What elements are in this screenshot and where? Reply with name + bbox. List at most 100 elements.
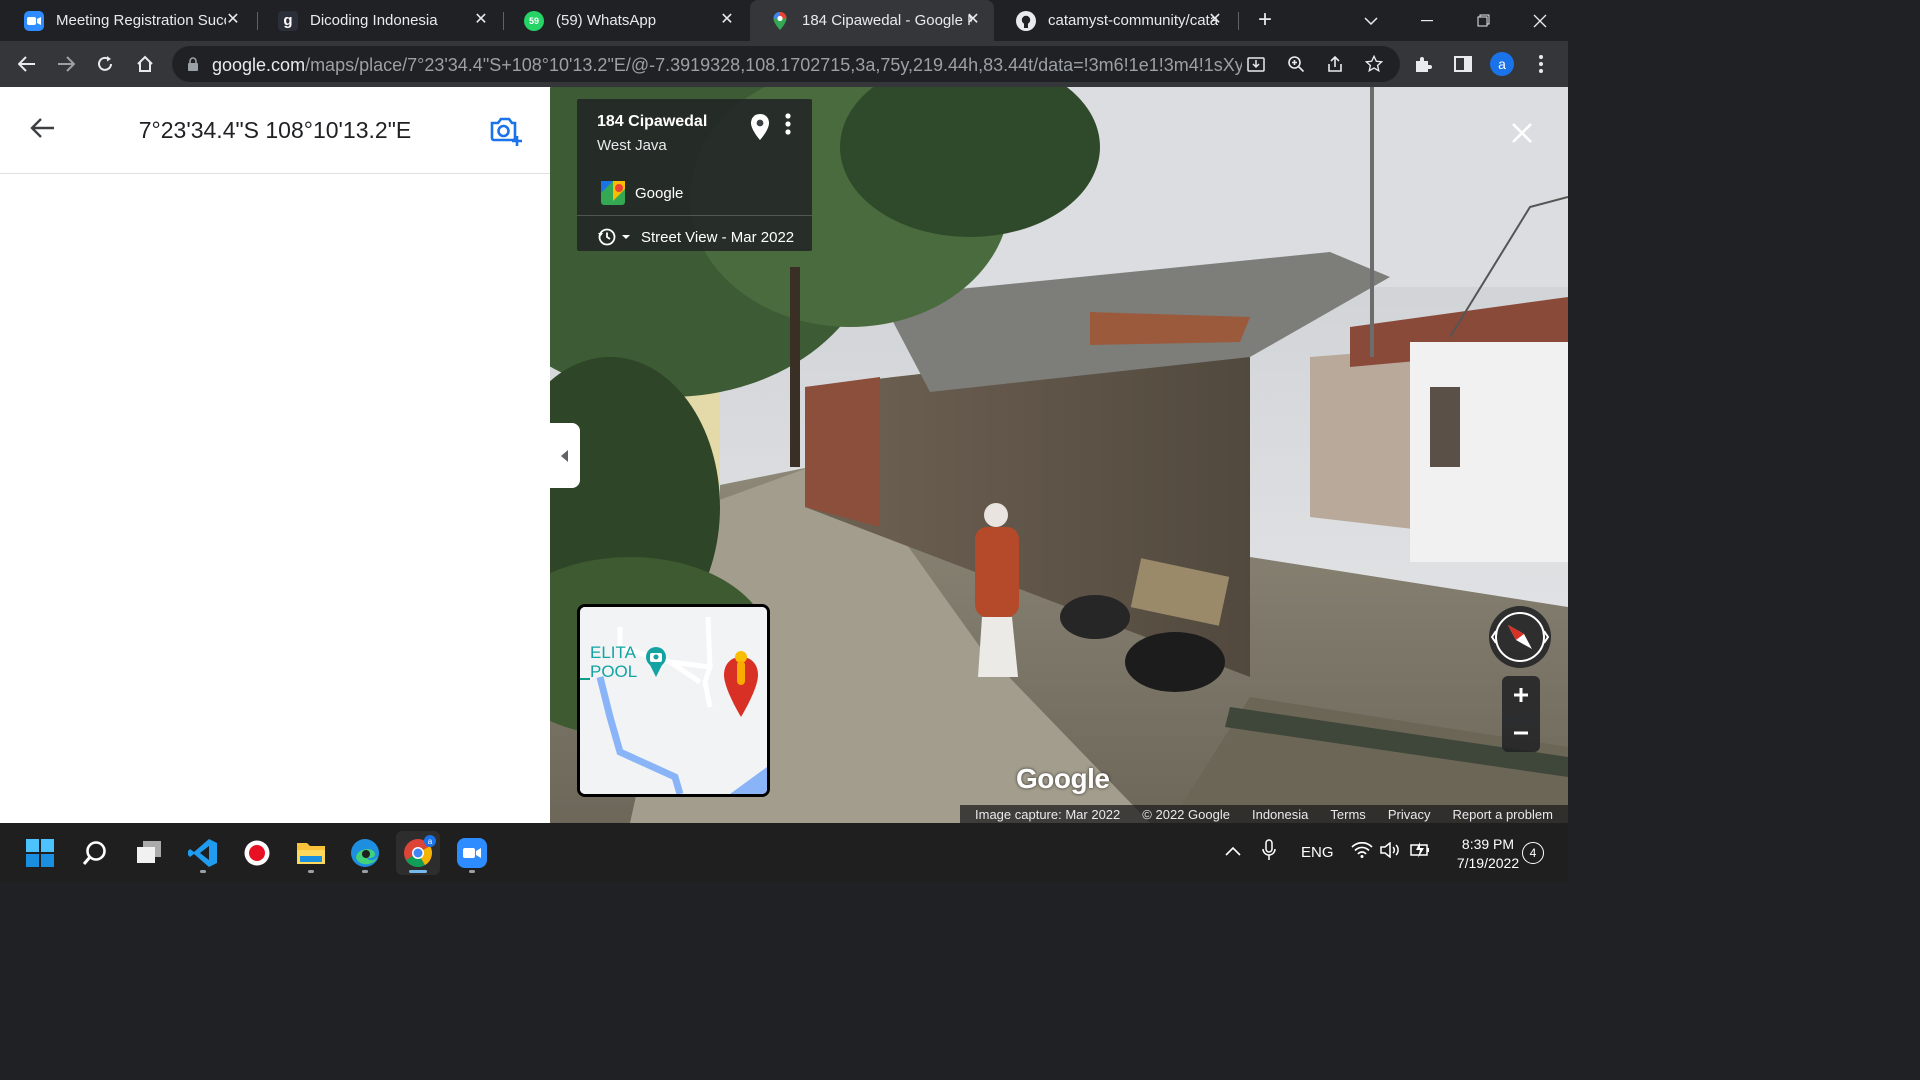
contributor[interactable]: Google: [601, 181, 683, 205]
place-region: West Java: [597, 137, 667, 154]
running-indicator: [362, 870, 368, 873]
windows-taskbar: a ENG 8:39 PM 7/19/2022 4: [0, 823, 1568, 882]
chrome-icon[interactable]: a: [396, 831, 440, 875]
collapse-panel-button[interactable]: [550, 423, 580, 488]
tab-zoom-meeting[interactable]: Meeting Registration Succ ✕: [4, 0, 254, 41]
running-indicator: [200, 870, 206, 873]
edge-icon[interactable]: [343, 831, 387, 875]
location-pin-icon[interactable]: [749, 113, 771, 141]
tab-close-icon[interactable]: ✕: [1206, 11, 1224, 29]
file-explorer-icon[interactable]: [289, 831, 333, 875]
chrome-menu-icon[interactable]: [1527, 50, 1555, 78]
tab-title: Dicoding Indonesia: [310, 12, 438, 29]
history-icon: [597, 227, 631, 247]
extensions-puzzle-icon[interactable]: [1409, 50, 1437, 78]
place-name: 184 Cipawedal: [597, 113, 708, 130]
tab-strip: Meeting Registration Succ ✕ g Dicoding I…: [0, 0, 1568, 41]
forward-arrow-icon[interactable]: [52, 50, 80, 78]
microphone-icon[interactable]: [1262, 839, 1276, 865]
minimap[interactable]: ELITA POOL: [577, 604, 770, 797]
tab-close-icon[interactable]: ✕: [472, 11, 490, 29]
start-icon[interactable]: [18, 831, 62, 875]
image-capture-date: Image capture: Mar 2022: [975, 806, 1121, 822]
tab-whatsapp[interactable]: 59 (59) WhatsApp ✕: [504, 0, 748, 41]
more-options-icon[interactable]: [781, 113, 795, 141]
dicoding-icon: g: [278, 10, 298, 31]
running-indicator: [469, 870, 475, 873]
tab-search-chevron-icon[interactable]: [1343, 0, 1399, 41]
task-view-icon[interactable]: [127, 831, 171, 875]
street-view-panorama[interactable]: 184 Cipawedal West Java Google Street Vi…: [550, 87, 1568, 823]
tab-title: 184 Cipawedal - Google M: [802, 12, 972, 29]
divider: [577, 215, 812, 216]
add-photo-camera-icon[interactable]: [489, 114, 523, 148]
address-bar[interactable]: google.com/maps/place/7°23'34.4"S+108°10…: [172, 46, 1400, 82]
tab-title: catamyst-community/cata: [1048, 12, 1218, 29]
zoom-in-plus-icon[interactable]: [1502, 676, 1540, 714]
github-icon: [1016, 10, 1036, 31]
tab-dicoding[interactable]: g Dicoding Indonesia ✕: [258, 0, 502, 41]
tab-close-icon[interactable]: ✕: [718, 11, 736, 29]
lock-icon[interactable]: [186, 56, 200, 72]
side-panel-header: 7°23'34.4"S 108°10'13.2"E: [0, 87, 550, 174]
compass-icon[interactable]: [1488, 605, 1552, 669]
clock-date: 7/19/2022: [1456, 855, 1520, 871]
zoom-magnifier-icon[interactable]: [1282, 50, 1310, 78]
tab-title: (59) WhatsApp: [556, 12, 657, 29]
privacy-link[interactable]: Privacy: [1388, 807, 1431, 822]
browser-toolbar: google.com/maps/place/7°23'34.4"S+108°10…: [0, 41, 1568, 87]
side-panel-icon[interactable]: [1449, 50, 1477, 78]
report-problem-link[interactable]: Report a problem: [1452, 807, 1552, 822]
recorder-icon[interactable]: [235, 831, 279, 875]
zoom-icon: [24, 10, 44, 31]
tab-github[interactable]: catamyst-community/cata ✕: [996, 0, 1236, 41]
zoom-out-minus-icon[interactable]: [1502, 714, 1540, 752]
reload-icon[interactable]: [91, 50, 119, 78]
tab-title: Meeting Registration Succ: [56, 12, 226, 29]
volume-icon[interactable]: [1380, 841, 1402, 862]
wifi-icon[interactable]: [1351, 841, 1373, 862]
close-street-view-icon[interactable]: [1506, 117, 1538, 149]
restore-icon[interactable]: [1455, 0, 1511, 41]
minimap-poi-label: ELITA POOL: [590, 643, 638, 681]
tab-divider: [1238, 12, 1239, 30]
window-close-icon[interactable]: [1512, 0, 1568, 41]
battery-charging-icon[interactable]: [1410, 841, 1432, 863]
vscode-icon[interactable]: [181, 831, 225, 875]
map-footer: Image capture: Mar 2022 © 2022 Google In…: [960, 805, 1568, 823]
profile-avatar[interactable]: a: [1488, 50, 1516, 78]
time-travel-button[interactable]: Street View - Mar 2022: [597, 225, 794, 249]
capture-date-label: Street View - Mar 2022: [641, 228, 795, 246]
chrome-profile-badge: a: [424, 835, 436, 847]
notification-count-badge[interactable]: 4: [1522, 842, 1544, 864]
google-maps-icon: [770, 11, 790, 31]
google-maps-logo-icon: [601, 181, 625, 205]
terms-link[interactable]: Terms: [1330, 807, 1365, 822]
country-link[interactable]: Indonesia: [1252, 807, 1308, 822]
zoom-icon[interactable]: [450, 831, 494, 875]
copyright-text: © 2022 Google: [1142, 806, 1230, 822]
search-icon[interactable]: [73, 831, 117, 875]
home-icon[interactable]: [131, 50, 159, 78]
contributor-name: Google: [635, 184, 684, 202]
minimize-icon[interactable]: [1399, 0, 1455, 41]
language-indicator[interactable]: ENG: [1301, 844, 1334, 861]
whatsapp-icon: 59: [524, 10, 544, 31]
google-logo: Google: [1016, 763, 1110, 794]
tab-google-maps[interactable]: 184 Cipawedal - Google M ✕: [750, 0, 994, 41]
new-tab-button[interactable]: +: [1253, 8, 1277, 32]
bookmark-star-icon[interactable]: [1360, 50, 1388, 78]
coordinates-title: 7°23'34.4"S 108°10'13.2"E: [138, 117, 412, 143]
install-app-icon[interactable]: [1242, 50, 1270, 78]
back-arrow-icon[interactable]: [13, 50, 41, 78]
zoom-control: [1502, 676, 1540, 752]
running-indicator: [409, 870, 427, 873]
tab-close-icon[interactable]: ✕: [964, 11, 982, 29]
tab-close-icon[interactable]: ✕: [224, 11, 242, 29]
url-text[interactable]: google.com/maps/place/7°23'34.4"S+108°10…: [212, 55, 1242, 76]
street-view-info-card: 184 Cipawedal West Java Google Street Vi…: [577, 99, 812, 251]
running-indicator: [308, 870, 314, 873]
share-icon[interactable]: [1321, 50, 1349, 78]
show-hidden-icons-chevron-icon[interactable]: [1225, 843, 1241, 860]
maps-side-panel: 7°23'34.4"S 108°10'13.2"E: [0, 87, 550, 823]
